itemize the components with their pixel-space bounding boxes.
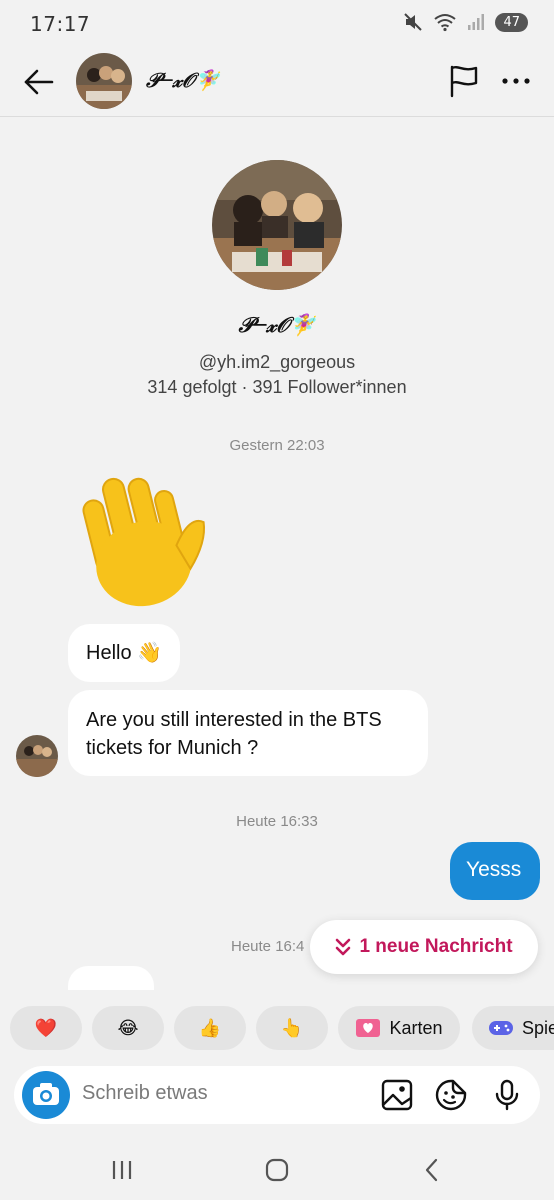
- point-up-reaction-button[interactable]: 👆: [256, 1006, 328, 1050]
- gallery-icon[interactable]: [380, 1078, 414, 1112]
- cards-button[interactable]: Karten: [338, 1006, 460, 1050]
- chat-header: 𝒫─𝓍𝒪🧚‍♀️: [0, 50, 554, 114]
- message-timestamp: Gestern 22:03: [229, 437, 325, 454]
- profile-display-name: 𝒫─𝓍𝒪🧚‍♀️: [238, 312, 316, 337]
- battery-indicator: 47: [495, 12, 528, 32]
- message-bubble-bts[interactable]: Are you still interested in the BTS tick…: [68, 690, 428, 776]
- quick-reaction-row: ❤️ 😂 👍 👆 Karten Spie: [0, 1000, 554, 1058]
- message-timestamp: Heute 16:4: [231, 938, 305, 955]
- card-icon: [356, 1019, 381, 1037]
- pointing-up-icon: 👆: [280, 1017, 304, 1038]
- header-avatar[interactable]: [76, 53, 132, 109]
- status-time: 17:17: [30, 12, 91, 36]
- message-input[interactable]: Schreib etwas: [82, 1082, 208, 1105]
- recent-apps-icon[interactable]: [108, 1156, 136, 1184]
- thumbs-up-reaction-button[interactable]: 👍: [174, 1006, 246, 1050]
- profile-stats: 314 gefolgt · 391 Follower*innen: [147, 377, 407, 397]
- more-options-icon[interactable]: [500, 68, 532, 94]
- microphone-icon[interactable]: [490, 1078, 524, 1112]
- camera-button[interactable]: [22, 1071, 70, 1119]
- system-back-icon[interactable]: [418, 1156, 446, 1184]
- flag-icon[interactable]: [448, 64, 480, 98]
- heart-reaction-button[interactable]: ❤️: [10, 1006, 82, 1050]
- gamepad-icon: [489, 1021, 513, 1035]
- message-bubble-partial[interactable]: [68, 966, 154, 990]
- status-icons: 47: [403, 12, 528, 32]
- message-timestamp: Heute 16:33: [236, 813, 318, 830]
- laugh-reaction-button[interactable]: 😂: [92, 1006, 164, 1050]
- new-message-label: 1 neue Nachricht: [359, 936, 513, 957]
- double-chevron-down-icon: [336, 938, 351, 956]
- signal-icon: [468, 14, 485, 30]
- cards-label: Karten: [389, 1017, 443, 1038]
- status-bar: 17:17 47: [0, 0, 554, 50]
- sender-avatar[interactable]: [16, 735, 58, 777]
- system-navigation-bar: [0, 1138, 554, 1200]
- header-username[interactable]: 𝒫─𝓍𝒪🧚‍♀️: [146, 68, 219, 92]
- back-arrow-icon[interactable]: [20, 64, 56, 100]
- thumbs-up-icon: 👍: [198, 1017, 222, 1038]
- laughing-face-icon: 😂: [117, 1017, 139, 1038]
- message-bubble-yesss[interactable]: Yesss: [450, 842, 540, 900]
- heart-icon: ❤️: [34, 1017, 58, 1038]
- wifi-icon: [434, 14, 457, 32]
- header-divider: [0, 116, 554, 117]
- waving-hand-icon[interactable]: [66, 468, 216, 618]
- mute-icon: [404, 13, 423, 31]
- message-bubble-hello[interactable]: Hello 👋: [68, 624, 181, 682]
- new-message-button[interactable]: 1 neue Nachricht: [310, 920, 538, 974]
- games-button[interactable]: Spie: [472, 1006, 554, 1050]
- home-icon[interactable]: [263, 1156, 291, 1184]
- message-composer: Schreib etwas: [14, 1066, 540, 1124]
- sticker-icon[interactable]: [434, 1078, 468, 1112]
- profile-handle: @yh.im2_gorgeous: [198, 352, 356, 372]
- games-label: Spie: [522, 1017, 554, 1038]
- profile-avatar[interactable]: [212, 160, 342, 290]
- camera-icon: [33, 1083, 59, 1105]
